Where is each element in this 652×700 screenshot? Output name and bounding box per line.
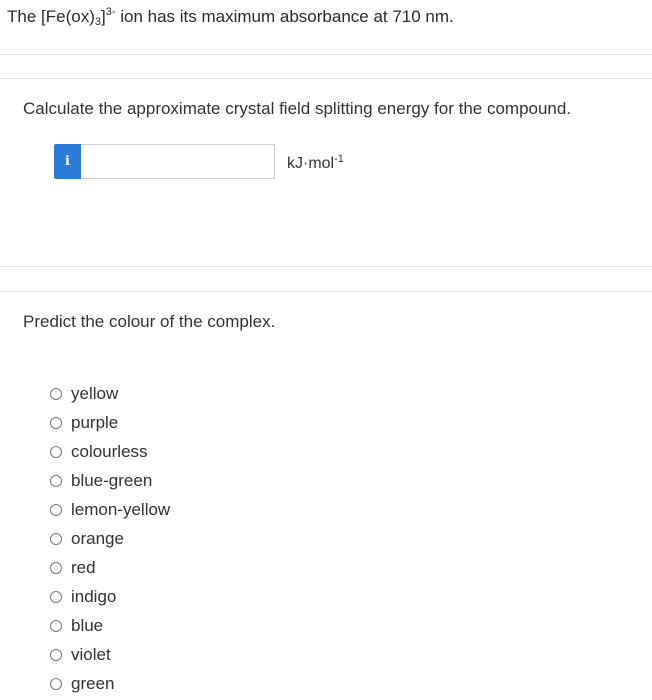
problem-statement: The [Fe(ox)3]3- ion has its maximum abso… (7, 6, 454, 28)
option-colourless[interactable]: colourless (50, 437, 170, 466)
intro-charge: 3- (105, 6, 116, 18)
radio-button[interactable] (50, 620, 62, 633)
divider (0, 54, 652, 55)
radio-button[interactable] (50, 562, 62, 575)
option-label: indigo (71, 587, 117, 607)
divider (0, 266, 652, 267)
radio-button[interactable] (50, 591, 62, 604)
option-label: blue-green (71, 470, 153, 490)
option-lemon-yellow[interactable]: lemon-yellow (50, 495, 170, 524)
unit-label: kJ·mol-1 (287, 153, 344, 173)
info-icon[interactable]: i (54, 144, 81, 179)
unit-exponent: -1 (334, 153, 344, 165)
question-2-prompt: Predict the colour of the complex. (23, 312, 276, 331)
divider (0, 78, 652, 79)
option-blue-green[interactable]: blue-green (50, 466, 170, 495)
option-label: yellow (71, 383, 119, 403)
option-violet[interactable]: violet (50, 641, 170, 670)
option-orange[interactable]: orange (50, 524, 170, 553)
option-label: purple (71, 412, 119, 432)
radio-button[interactable] (50, 416, 62, 429)
option-blue[interactable]: blue (50, 612, 170, 641)
option-label: red (71, 558, 96, 578)
option-label: lemon-yellow (71, 499, 171, 519)
option-yellow[interactable]: yellow (50, 379, 170, 408)
unit-base: kJ·mol (287, 155, 335, 172)
option-indigo[interactable]: indigo (50, 583, 170, 612)
option-purple[interactable]: purple (50, 408, 170, 437)
radio-button[interactable] (50, 503, 62, 516)
question-1-prompt: Calculate the approximate crystal field … (23, 99, 572, 118)
answer-field-group: i (54, 144, 275, 179)
radio-button[interactable] (50, 533, 62, 546)
radio-button[interactable] (50, 474, 62, 487)
option-label: colourless (71, 441, 148, 461)
radio-button[interactable] (50, 649, 62, 662)
option-label: blue (71, 616, 104, 636)
radio-button[interactable] (50, 445, 62, 458)
energy-answer-input[interactable] (81, 144, 275, 179)
intro-prefix: The [Fe(ox) (7, 7, 95, 26)
intro-suffix: ion has its maximum absorbance at 710 nm… (115, 7, 454, 26)
colour-options-list: yellow purple colourless blue-green lemo… (50, 379, 170, 699)
option-label: violet (71, 645, 111, 665)
option-label: green (71, 674, 115, 694)
option-red[interactable]: red (50, 554, 170, 583)
option-label: orange (71, 529, 124, 549)
radio-button[interactable] (50, 678, 62, 691)
divider (0, 291, 652, 292)
option-green[interactable]: green (50, 670, 170, 699)
radio-button[interactable] (50, 387, 62, 400)
